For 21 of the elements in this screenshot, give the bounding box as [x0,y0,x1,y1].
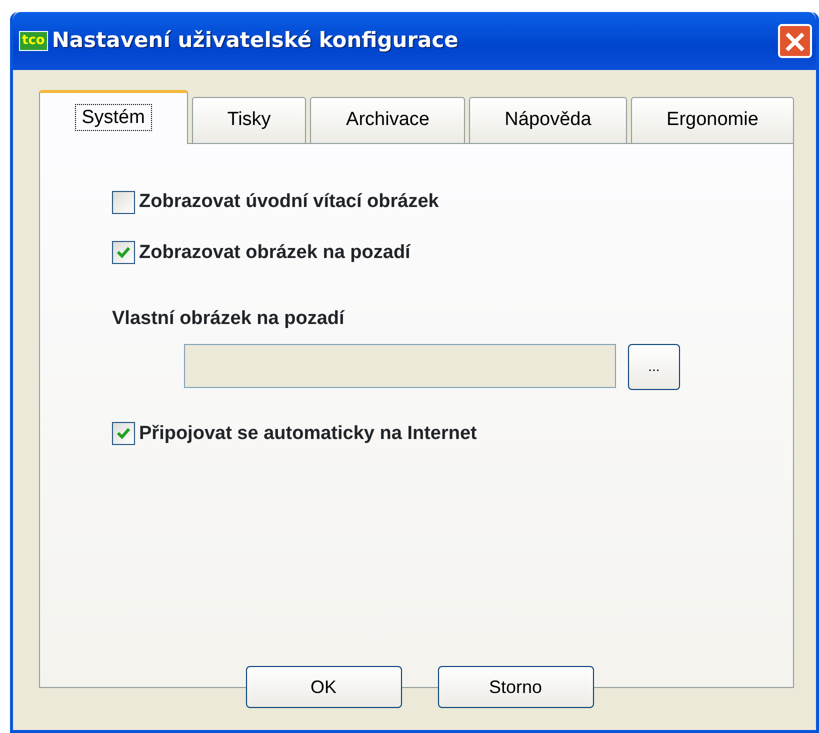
dialog-button[interactable]: OK [246,666,402,708]
browse-button[interactable]: ... [628,344,680,390]
checkbox[interactable] [112,190,135,214]
tab[interactable]: Ergonomie [630,97,794,143]
checkbox-label[interactable]: Připojovat se automaticky na Internet [139,420,477,448]
checkmark-icon [116,246,131,260]
window-title: Nastavení uživatelské konfigurace [52,27,460,54]
tab[interactable]: Nápověda [469,97,627,143]
tab[interactable]: Systém [39,90,188,144]
dialog-button[interactable]: Storno [438,666,594,708]
checkbox[interactable] [112,241,135,264]
checkmark-icon [116,427,131,440]
tab[interactable]: Tisky [192,97,306,143]
field-label: Vlastní obrázek na pozadí [112,307,346,331]
checkbox-label[interactable]: Zobrazovat obrázek na pozadí [139,238,410,267]
app-logo: tco [19,31,48,51]
tab[interactable]: Archivace [310,97,466,143]
close-icon [784,30,806,53]
checkbox-label[interactable]: Zobrazovat úvodní vítací obrázek [139,188,439,216]
close-button[interactable] [778,24,812,58]
checkbox[interactable] [112,422,135,446]
